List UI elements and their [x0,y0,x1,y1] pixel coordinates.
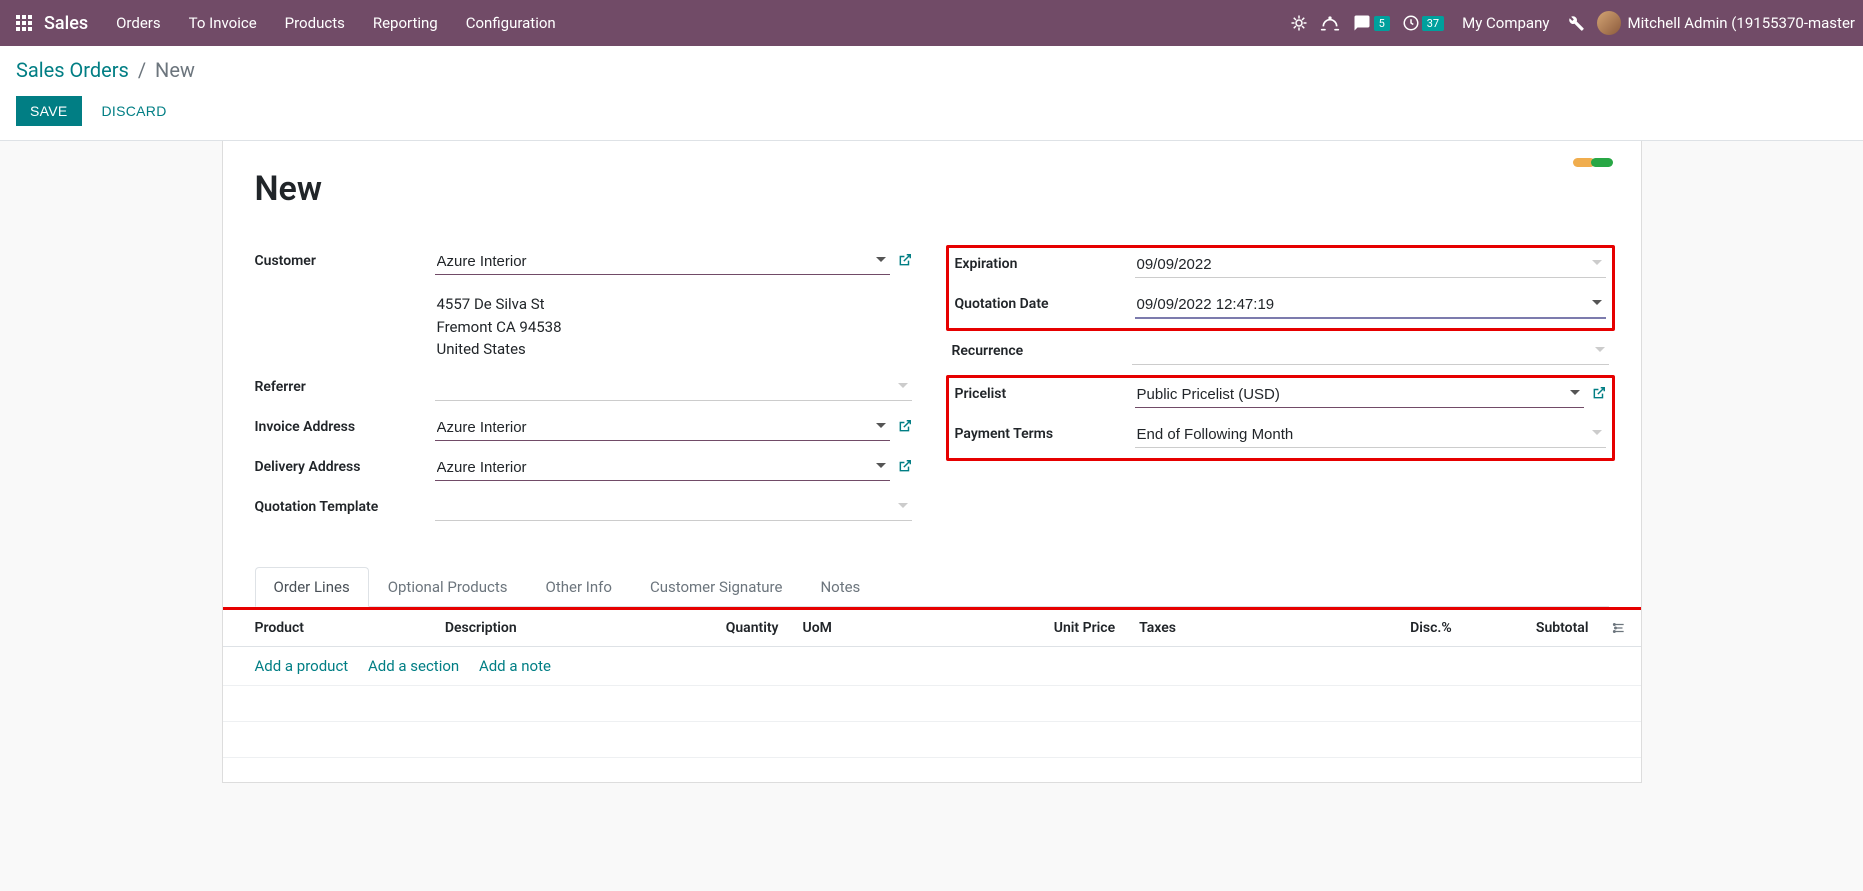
quotation-template-label: Quotation Template [255,495,435,515]
nav-menu: Orders To Invoice Products Reporting Con… [104,8,568,38]
activities-icon[interactable]: 37 [1402,14,1444,32]
recurrence-input[interactable] [1132,339,1609,365]
payment-terms-input[interactable] [1135,422,1606,448]
pricelist-label: Pricelist [955,382,1135,402]
quotation-template-input[interactable] [435,495,912,521]
support-icon[interactable] [1320,14,1340,32]
col-product: Product [223,610,433,647]
add-section-link[interactable]: Add a section [368,657,459,675]
save-button[interactable]: SAVE [16,96,82,126]
pricelist-input[interactable] [1135,382,1584,408]
highlight-box-dates: Expiration Quotation Date [946,245,1615,331]
tab-order-lines[interactable]: Order Lines [255,567,369,607]
tabs: Order Lines Optional Products Other Info… [255,567,1609,607]
user-menu[interactable]: Mitchell Admin (19155370-master [1597,11,1855,35]
delivery-address-label: Delivery Address [255,455,435,475]
table-row [223,685,1641,721]
tab-other-info[interactable]: Other Info [527,567,631,606]
col-description: Description [433,610,675,647]
form-sheet: New Customer [222,141,1642,783]
apps-icon[interactable] [8,7,40,39]
tab-customer-signature[interactable]: Customer Signature [631,567,802,606]
breadcrumb-root[interactable]: Sales Orders [16,58,129,82]
messages-icon[interactable]: 5 [1352,14,1390,32]
page-title: New [255,169,1609,209]
col-taxes: Taxes [1127,610,1358,647]
status-indicator [1573,155,1613,171]
quotation-date-label: Quotation Date [955,292,1135,312]
form-right-col: Expiration Quotation Date [952,249,1609,535]
add-note-link[interactable]: Add a note [479,657,551,675]
col-options[interactable] [1600,610,1640,647]
user-name: Mitchell Admin (19155370-master [1627,14,1855,32]
quotation-date-input[interactable] [1135,292,1606,319]
tools-icon[interactable] [1567,14,1585,32]
delivery-address-input[interactable] [435,455,890,481]
customer-label: Customer [255,249,435,269]
nav-products[interactable]: Products [273,8,357,38]
customer-input[interactable] [435,249,890,275]
top-navbar: Sales Orders To Invoice Products Reporti… [0,0,1863,46]
nav-to-invoice[interactable]: To Invoice [177,8,269,38]
external-link-icon[interactable] [1592,382,1606,400]
referrer-label: Referrer [255,375,435,395]
expiration-label: Expiration [955,252,1135,272]
form-left-col: Customer [255,249,912,535]
avatar [1597,11,1621,35]
expiration-input[interactable] [1135,252,1606,278]
add-product-link[interactable]: Add a product [255,657,349,675]
debug-icon[interactable] [1290,14,1308,32]
payment-terms-label: Payment Terms [955,422,1135,442]
col-quantity: Quantity [675,610,791,647]
company-switcher[interactable]: My Company [1456,14,1555,32]
order-lines-table: Product Description Quantity UoM Unit Pr… [223,610,1641,758]
breadcrumb-current: New [155,58,195,82]
discard-button[interactable]: DISCARD [88,96,181,126]
referrer-input[interactable] [435,375,912,401]
recurrence-label: Recurrence [952,339,1132,359]
col-unit-price: Unit Price [917,610,1127,647]
external-link-icon[interactable] [898,455,912,473]
external-link-icon[interactable] [898,249,912,267]
app-brand[interactable]: Sales [44,13,88,34]
invoice-address-label: Invoice Address [255,415,435,435]
messages-badge: 5 [1374,16,1390,31]
customer-address: 4557 De Silva St Fremont CA 94538 United… [435,289,564,365]
nav-reporting[interactable]: Reporting [361,8,450,38]
tab-optional-products[interactable]: Optional Products [369,567,527,606]
col-subtotal: Subtotal [1464,610,1601,647]
activities-badge: 37 [1422,16,1444,31]
table-row [223,721,1641,757]
control-panel: Sales Orders / New SAVE DISCARD [0,46,1863,141]
breadcrumb-sep: / [138,58,146,82]
col-disc: Disc.% [1359,610,1464,647]
col-uom: UoM [791,610,917,647]
table-row-actions: Add a product Add a section Add a note [223,646,1641,685]
external-link-icon[interactable] [898,415,912,433]
highlight-box-pricing: Pricelist [946,375,1615,461]
nav-configuration[interactable]: Configuration [454,8,568,38]
breadcrumb: Sales Orders / New [16,58,1847,82]
tab-notes[interactable]: Notes [801,567,879,606]
nav-orders[interactable]: Orders [104,8,173,38]
invoice-address-input[interactable] [435,415,890,441]
